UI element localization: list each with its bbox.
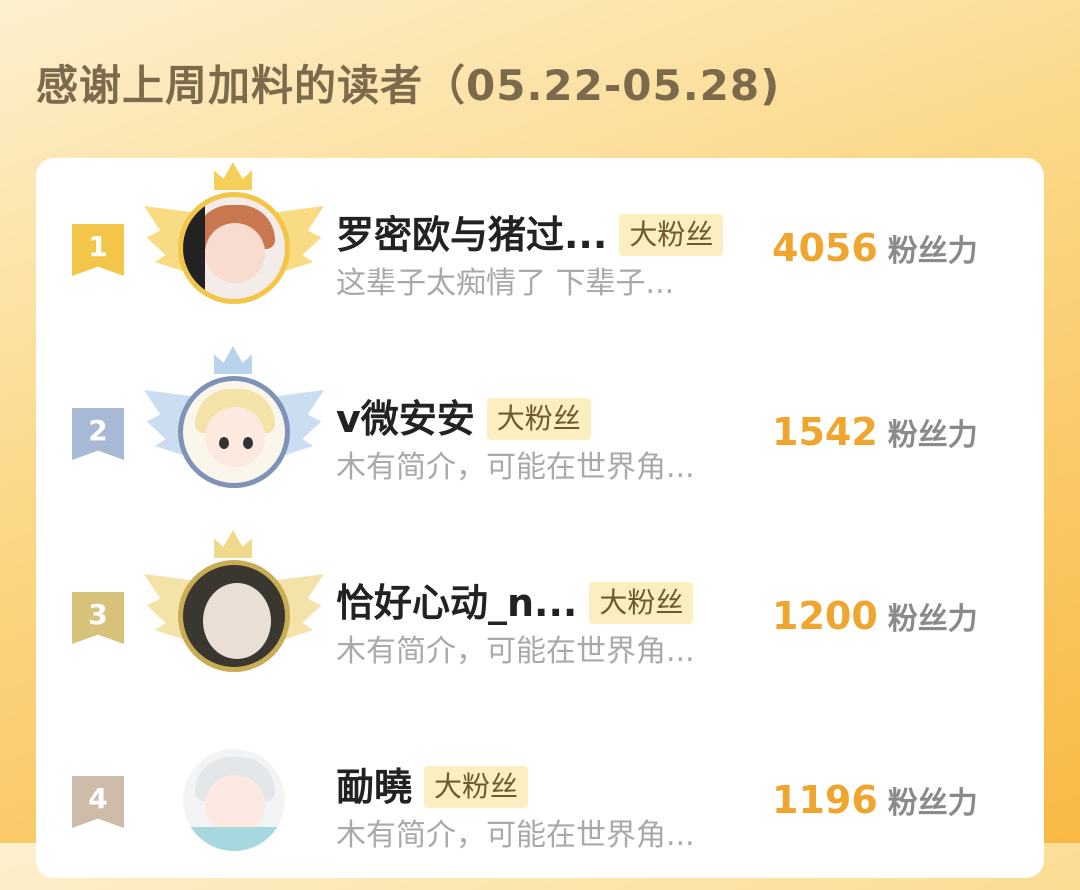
user-name[interactable]: 罗密欧与猪过... 大粉丝: [336, 204, 724, 259]
rank-badge: 3: [72, 592, 124, 644]
avatar-frame: [144, 530, 324, 700]
score-value: 1542: [772, 410, 878, 454]
leaderboard-row[interactable]: 3 恰好心动_n... 大粉丝 木有简介，可能在世界角... 1200 粉丝力: [36, 526, 1044, 706]
user-bio: 木有简介，可能在世界角...: [336, 818, 695, 853]
score-value: 4056: [772, 226, 878, 270]
anime-child-avatar[interactable]: [178, 744, 290, 856]
anime-girl-avatar[interactable]: [178, 376, 290, 488]
fan-badge: 大粉丝: [619, 214, 724, 256]
score-value: 1200: [772, 594, 878, 638]
rank-badge: 1: [72, 224, 124, 276]
score-unit: 粉丝力: [887, 234, 978, 269]
user-bio: 木有简介，可能在世界角...: [336, 634, 695, 669]
fan-score: 4056 粉丝力: [772, 226, 978, 270]
avatar-frame: [144, 714, 324, 884]
user-bio: 木有简介，可能在世界角...: [336, 450, 695, 485]
leaderboard-row[interactable]: 1 罗密欧与猪过... 大粉丝 这辈子太痴情了 下辈子... 4056 粉丝力: [36, 158, 1044, 338]
score-unit: 粉丝力: [887, 602, 978, 637]
score-unit: 粉丝力: [887, 786, 978, 821]
score-unit: 粉丝力: [887, 418, 978, 453]
fan-badge: 大粉丝: [424, 766, 529, 808]
user-name[interactable]: 恰好心动_n... 大粉丝: [336, 572, 694, 627]
crown-icon: [214, 530, 252, 558]
score-value: 1196: [772, 778, 878, 822]
crown-icon: [214, 346, 252, 374]
user-bio: 这辈子太痴情了 下辈子...: [336, 266, 675, 301]
page-title: 感谢上周加料的读者（05.22-05.28): [36, 61, 781, 110]
cat-avatar[interactable]: [178, 560, 290, 672]
rank-badge: 4: [72, 776, 124, 828]
fan-score: 1200 粉丝力: [772, 594, 978, 638]
rank-badge: 2: [72, 408, 124, 460]
avatar-frame: [144, 162, 324, 332]
avatar-frame: [144, 346, 324, 516]
fan-badge: 大粉丝: [589, 582, 694, 624]
user-name[interactable]: 勔曉 大粉丝: [336, 756, 529, 811]
leaderboard-row[interactable]: 2 v微安安 大粉丝 木有简介，可能在世界角... 1542 粉丝力: [36, 342, 1044, 522]
leaderboard-row[interactable]: 4 勔曉 大粉丝 木有简介，可能在世界角... 1196 粉丝力: [36, 710, 1044, 890]
anime-boy-avatar[interactable]: [178, 192, 290, 304]
user-name[interactable]: v微安安 大粉丝: [336, 388, 591, 443]
leaderboard-card: 1 罗密欧与猪过... 大粉丝 这辈子太痴情了 下辈子... 4056 粉丝力 2: [36, 158, 1044, 878]
fan-score: 1196 粉丝力: [772, 778, 978, 822]
fan-badge: 大粉丝: [486, 398, 591, 440]
fan-score: 1542 粉丝力: [772, 410, 978, 454]
crown-icon: [214, 162, 252, 190]
